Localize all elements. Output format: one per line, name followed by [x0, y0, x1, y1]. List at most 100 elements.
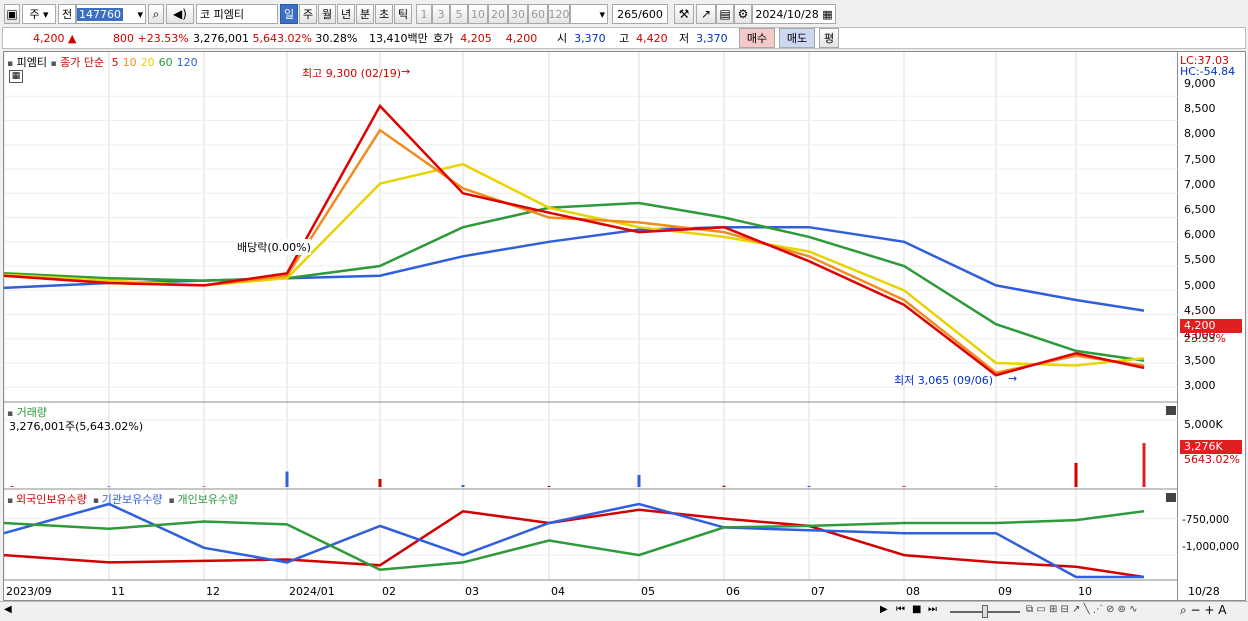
fast-forward-icon[interactable]: ⏭ [928, 604, 937, 615]
period-tab[interactable]: 분 [356, 4, 374, 24]
interval-button[interactable]: 30 [508, 4, 528, 24]
draw-icon[interactable]: ↗ [696, 4, 716, 24]
period-tab[interactable]: 일 [280, 4, 298, 24]
ma-period-label: 10 [122, 56, 137, 69]
ma-line-20 [3, 162, 1145, 367]
ma-label: 종가 단순 [60, 56, 105, 69]
sell-button[interactable]: 매도 [779, 28, 815, 48]
period-tab[interactable]: 월 [318, 4, 336, 24]
volume-panel-subtitle: 3,276,001주(5,643.02%) [9, 420, 144, 433]
rewind-icon[interactable]: ⏮ [896, 604, 905, 615]
volume-bar [722, 485, 726, 487]
chart-area[interactable]: 2023/09 11 12 2024/01 02 03 04 05 06 07 08 09 10 ▪ 피… [3, 51, 1179, 602]
holding-series-label: 외국인보유수량 [15, 493, 87, 506]
x-axis-label: 07 [811, 585, 825, 598]
scope-select[interactable]: 전 [58, 4, 76, 24]
interval-custom-select[interactable]: ▾ [570, 4, 608, 24]
price-tag: 4,200 [1180, 319, 1242, 333]
ma-period-label: 20 [140, 56, 155, 69]
volume-bar [285, 471, 289, 487]
bar-count-field[interactable]: 265/600 [612, 4, 668, 24]
volume-bar [378, 478, 382, 487]
stop-icon[interactable]: ■ [912, 604, 921, 615]
interval-button[interactable]: 3 [432, 4, 450, 24]
speaker-icon[interactable]: ◀) [166, 4, 194, 24]
y-tick-label: 4,500 [1184, 303, 1216, 317]
interval-button[interactable]: 60 [528, 4, 548, 24]
volume-pct-tag: 5643.02% [1184, 453, 1240, 466]
eval-button[interactable]: 평 [819, 28, 839, 48]
x-axis-label: 11 [111, 585, 125, 598]
open-price: 시 3,370 [557, 31, 606, 46]
volume-tag: 3,276K [1180, 440, 1242, 454]
chart-svg[interactable]: 2023/09 11 12 2024/01 02 03 04 05 06 07 08 09 10 [3, 52, 1179, 602]
x-axis-label: 04 [551, 585, 565, 598]
panel-close-icon[interactable] [1166, 406, 1176, 415]
x-axis-label: 03 [465, 585, 479, 598]
current-price: 4,200 ▲ [33, 31, 77, 45]
legend-bullet: ▪ [92, 496, 102, 506]
x-axis-label: 2024/01 [289, 585, 335, 598]
interval-button[interactable]: 5 [450, 4, 468, 24]
ma-line-120 [3, 225, 1145, 312]
amount-value: 13,410백만 [369, 32, 428, 45]
stock-name-field[interactable]: 코 피엠티 [196, 4, 278, 24]
y-tick-label: 9,000 [1184, 77, 1216, 90]
holding-line [3, 502, 1144, 579]
volume-bar [807, 485, 811, 487]
interval-button[interactable]: 1 [416, 4, 432, 24]
x-axis-last-label: 10/28 [1188, 585, 1220, 598]
panel-close-icon[interactable] [1166, 493, 1176, 502]
volume-bar [461, 484, 465, 487]
holding-series-label: 기관보유수량 [101, 493, 163, 506]
save-icon[interactable]: ▤ [716, 4, 734, 24]
y-tick-label: 6,000 [1184, 228, 1216, 242]
tool-icon[interactable]: ⚒ [674, 4, 694, 24]
buy-button[interactable]: 매수 [739, 28, 775, 48]
volume-bar [994, 486, 998, 487]
y-tick-label: 7,500 [1184, 152, 1216, 166]
drawing-tools-icon[interactable]: ⧉ ▭ ⊞ ⊟ ↗ ╲ ⋰ ⊘ ⊚ ∿ [1026, 604, 1138, 615]
period-tab[interactable]: 초 [375, 4, 393, 24]
stock-code-input[interactable]: 147760 ▾ [76, 4, 146, 24]
gear-icon[interactable]: ⚙ [734, 4, 752, 24]
x-axis-label: 06 [726, 585, 740, 598]
period-tab[interactable]: 년 [337, 4, 355, 24]
scroll-left-icon[interactable]: ◀ [4, 604, 12, 615]
interval-button[interactable]: 10 [468, 4, 488, 24]
scroll-right-icon[interactable]: ▶ [880, 604, 888, 615]
pct-tag: 23.53% [1184, 332, 1226, 345]
volume-value: 3,276,001 5,643.02% 30.28% [193, 31, 358, 45]
price-axis: LC:37.03 HC:-54.84 9,000 8,500 8,000 7,500 7… [1178, 51, 1246, 601]
price-panel-legend: ▪ 피엠티 ▪ 종가 단순 5 10 20 60 120 [7, 56, 198, 69]
price-change: 800 +23.53% [113, 31, 189, 45]
search-icon[interactable]: ⌕ [148, 4, 164, 24]
y-tick-label: 5,500 [1184, 253, 1216, 267]
date-field[interactable]: 2024/10/28 ▦ [752, 4, 836, 24]
volume-bar [107, 486, 111, 487]
x-axis-label: 12 [206, 585, 220, 598]
main-toolbar: ▣ 주 ▾ 전 147760 ▾ ⌕ ◀) 코 피엠티 일주월년분초틱 1 3 5 10… [0, 2, 1248, 26]
price-panel-title: 피엠티 [16, 56, 47, 69]
zoom-slider-handle[interactable] [982, 605, 988, 618]
market-select[interactable]: 주 ▾ [22, 4, 56, 24]
interval-button[interactable]: 120 [548, 4, 570, 24]
x-axis-label: 02 [382, 585, 396, 598]
volume-bar [1142, 443, 1146, 487]
bottom-scrollbar: ◀ ▶ ⏮ ■ ⏭ ⧉ ▭ ⊞ ⊟ ↗ ╲ ⋰ ⊘ ⊚ ∿ ⌕ − + A [0, 601, 1248, 621]
volume-bar [10, 486, 14, 487]
holding-series-label: 개인보유수량 [177, 493, 239, 506]
x-axis-label: 10 [1078, 585, 1092, 598]
zoom-icon[interactable]: ⌕ − + A [1180, 603, 1226, 618]
ma-line-10 [3, 128, 1145, 375]
x-axis-label: 2023/09 [6, 585, 52, 598]
calendar-icon[interactable]: ▦ [822, 8, 832, 21]
period-tab[interactable]: 주 [299, 4, 317, 24]
y-tick-label: 7,000 [1184, 177, 1216, 191]
period-tab[interactable]: 틱 [394, 4, 412, 24]
window-icon[interactable]: ▣ [4, 4, 20, 24]
interval-button[interactable]: 20 [488, 4, 508, 24]
grid-icon[interactable]: ▦ [9, 70, 23, 83]
volume-bar [547, 485, 551, 487]
x-axis-label: 09 [998, 585, 1012, 598]
